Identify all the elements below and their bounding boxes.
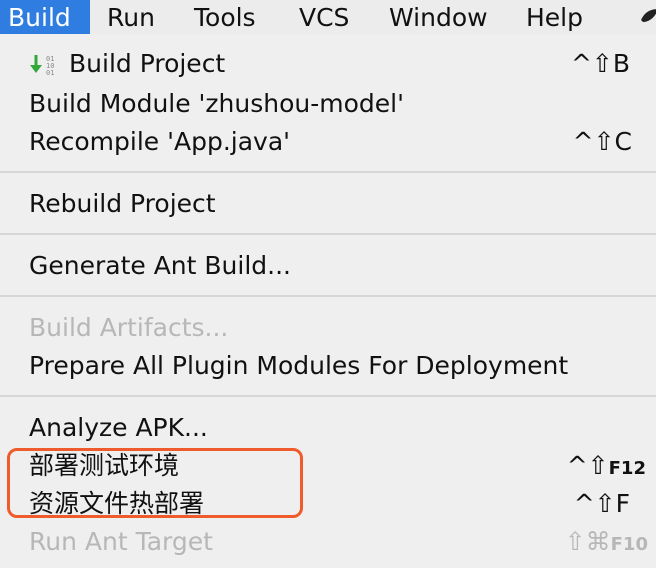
menu-separator: [0, 295, 656, 297]
menu-item-shortcut: ^⇧F12: [566, 451, 646, 480]
build-menu-dropdown: 01 10 01 Build Project ^⇧B Build Module …: [0, 34, 656, 568]
leaf-icon[interactable]: [638, 4, 656, 26]
menu-item-label: Run Ant Target: [29, 527, 213, 556]
menu-item-label: 部署测试环境: [29, 451, 180, 480]
menu-item-generate-ant-build[interactable]: Generate Ant Build...: [0, 247, 656, 285]
menu-item-label: Recompile 'App.java': [29, 127, 291, 156]
menu-item-label: Rebuild Project: [29, 189, 216, 218]
menu-item-label: Generate Ant Build...: [29, 251, 291, 280]
menu-vcs[interactable]: VCS: [283, 0, 373, 34]
menu-build[interactable]: Build: [0, 0, 90, 34]
menubar: Build Run Tools VCS Window Help: [0, 0, 656, 34]
menu-window[interactable]: Window: [373, 0, 511, 34]
menu-item-shortcut: ^⇧C: [572, 127, 632, 156]
menu-item-run-ant-target: Run Ant Target ⇧⌘F10: [0, 523, 656, 561]
menu-help[interactable]: Help: [511, 0, 611, 34]
svg-text:01: 01: [46, 69, 54, 77]
menu-item-label: Analyze APK...: [29, 413, 208, 442]
menu-item-analyze-apk[interactable]: Analyze APK...: [0, 409, 656, 447]
menu-item-build-module[interactable]: Build Module 'zhushou-model': [0, 85, 656, 123]
menu-item-shortcut: ^⇧B: [570, 49, 630, 78]
menu-tools[interactable]: Tools: [178, 0, 283, 34]
menu-item-shortcut: ⇧⌘F10: [564, 527, 648, 556]
menu-item-label: Build Module 'zhushou-model': [29, 89, 404, 118]
app-screen: Build Run Tools VCS Window Help 01 10 01: [0, 0, 656, 568]
menu-item-label: Build Artifacts...: [29, 313, 229, 342]
menu-item-deploy-test-environment[interactable]: 部署测试环境 ^⇧F12: [0, 447, 656, 485]
build-binary-down-arrow-icon: 01 10 01: [29, 54, 59, 78]
menu-item-label: Build Project: [69, 49, 226, 78]
menu-item-recompile[interactable]: Recompile 'App.java' ^⇧C: [0, 123, 656, 161]
menu-item-resource-hot-deploy[interactable]: 资源文件热部署 ^⇧F: [0, 485, 656, 523]
menu-item-shortcut: ^⇧F: [573, 489, 630, 518]
menu-separator: [0, 171, 656, 173]
menu-item-rebuild-project[interactable]: Rebuild Project: [0, 185, 656, 223]
menu-item-label: Prepare All Plugin Modules For Deploymen…: [29, 351, 569, 380]
menu-item-build-artifacts: Build Artifacts...: [0, 309, 656, 347]
menu-item-label: 资源文件热部署: [29, 489, 205, 518]
menu-item-prepare-plugin-modules[interactable]: Prepare All Plugin Modules For Deploymen…: [0, 347, 656, 385]
menu-item-build-project[interactable]: 01 10 01 Build Project ^⇧B: [0, 45, 656, 83]
menu-run[interactable]: Run: [90, 0, 178, 34]
menu-separator: [0, 233, 656, 235]
menu-separator: [0, 395, 656, 397]
